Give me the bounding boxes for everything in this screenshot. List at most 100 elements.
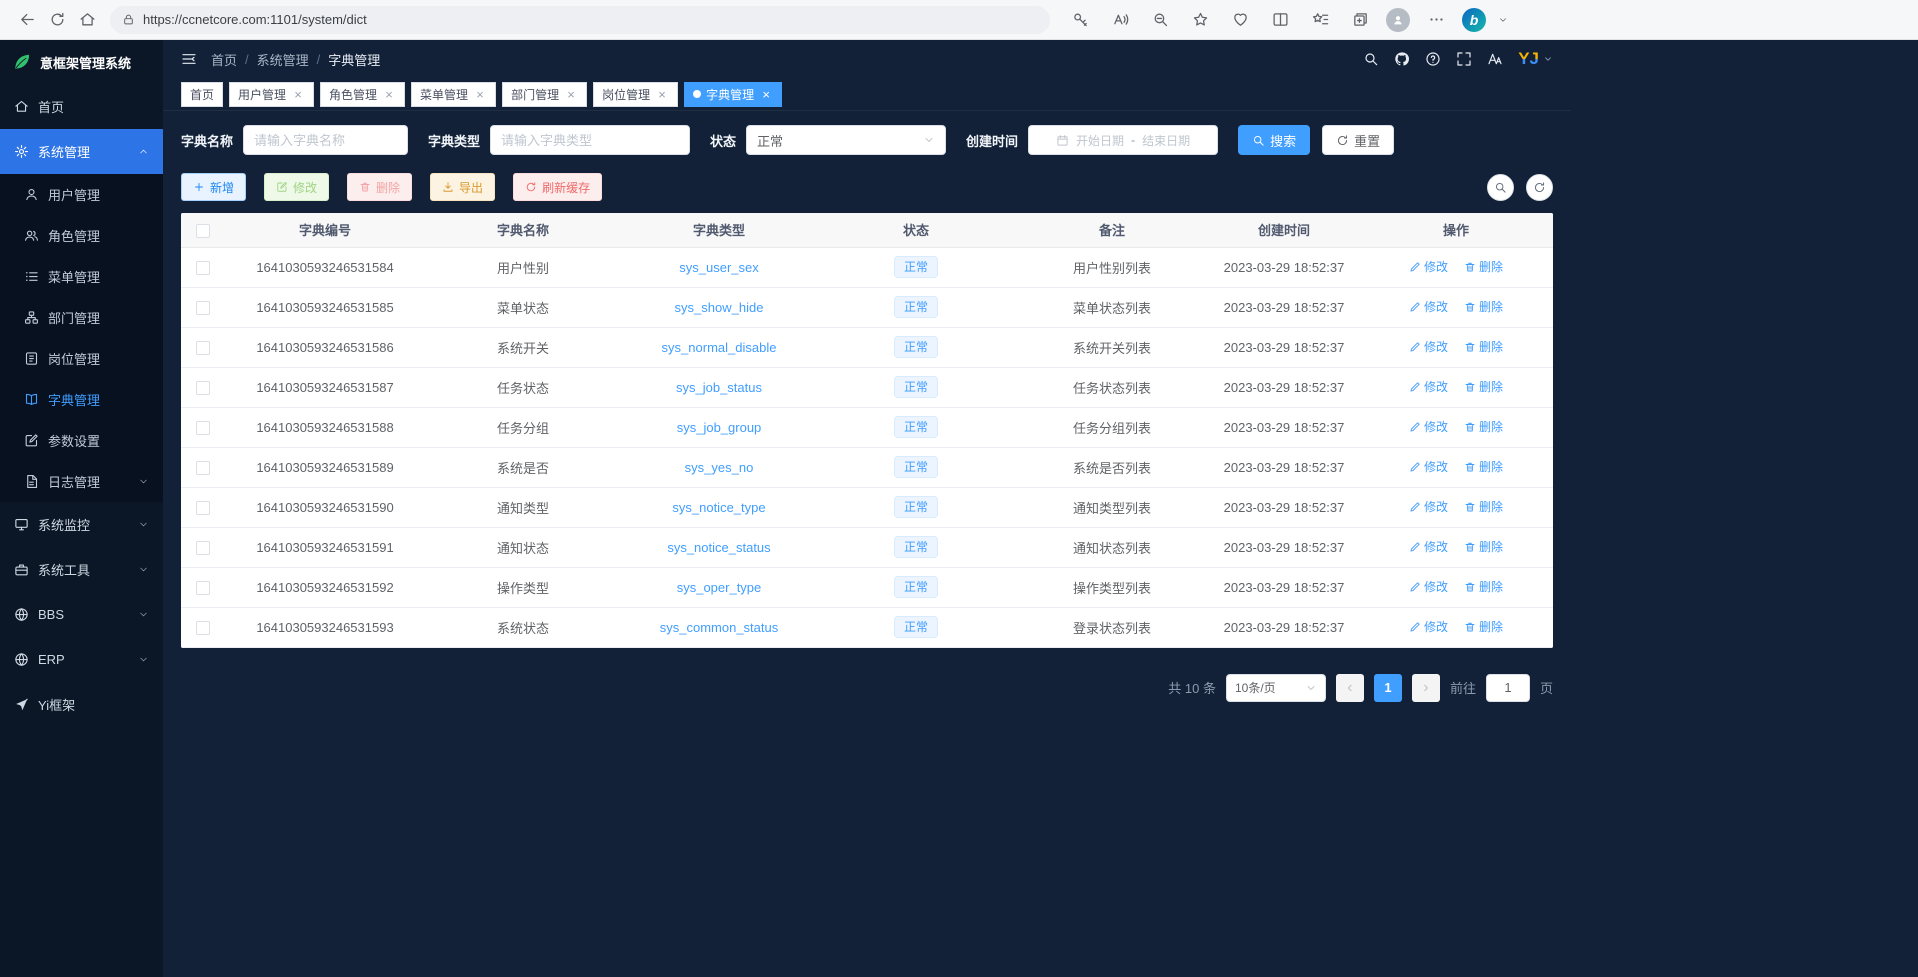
close-icon[interactable]: × (291, 87, 305, 101)
add-favorite-button[interactable] (1186, 6, 1214, 34)
sidebar-item-system[interactable]: 系统管理 (0, 129, 163, 174)
row-edit-button[interactable]: 修改 (1409, 338, 1448, 355)
dict-type-link[interactable]: sys_job_status (676, 380, 762, 395)
toggle-search-button[interactable] (1487, 174, 1514, 201)
row-delete-button[interactable]: 删除 (1464, 618, 1503, 635)
dict-type-link[interactable]: sys_notice_status (667, 540, 770, 555)
dict-type-input[interactable] (490, 125, 690, 155)
row-edit-button[interactable]: 修改 (1409, 458, 1448, 475)
sidebar-item-monitor[interactable]: 系统监控 (0, 502, 163, 547)
row-checkbox[interactable] (196, 541, 210, 555)
sidebar-item-yi[interactable]: Yi框架 (0, 682, 163, 727)
browser-home-button[interactable] (72, 5, 102, 35)
row-delete-button[interactable]: 删除 (1464, 458, 1503, 475)
bing-chat-button[interactable]: b (1462, 8, 1486, 32)
close-icon[interactable]: × (655, 87, 669, 101)
sidebar-item-post[interactable]: 岗位管理 (0, 338, 163, 379)
row-checkbox[interactable] (196, 581, 210, 595)
font-size-button[interactable] (1487, 51, 1503, 67)
row-edit-button[interactable]: 修改 (1409, 378, 1448, 395)
address-bar[interactable]: https://ccnetcore.com:1101/system/dict (110, 6, 1050, 34)
row-checkbox[interactable] (196, 501, 210, 515)
close-icon[interactable]: × (473, 87, 487, 101)
reset-button[interactable]: 重置 (1322, 125, 1394, 155)
row-edit-button[interactable]: 修改 (1409, 258, 1448, 275)
dict-type-link[interactable]: sys_show_hide (675, 300, 764, 315)
tab-post[interactable]: 岗位管理× (593, 82, 678, 107)
row-edit-button[interactable]: 修改 (1409, 578, 1448, 595)
next-page-button[interactable]: › (1412, 674, 1440, 702)
zoom-button[interactable] (1146, 6, 1174, 34)
sidebar-item-user[interactable]: 用户管理 (0, 174, 163, 215)
row-checkbox[interactable] (196, 461, 210, 475)
sidebar-item-dict[interactable]: 字典管理 (0, 379, 163, 420)
close-icon[interactable]: × (564, 87, 578, 101)
select-all-checkbox[interactable] (196, 224, 210, 238)
sidebar-item-tool[interactable]: 系统工具 (0, 547, 163, 592)
date-range-picker[interactable]: 开始日期 - 结束日期 (1028, 125, 1218, 155)
tab-menu[interactable]: 菜单管理× (411, 82, 496, 107)
sidebar-item-log[interactable]: 日志管理 (0, 461, 163, 502)
tab-dept[interactable]: 部门管理× (502, 82, 587, 107)
dict-type-link[interactable]: sys_normal_disable (662, 340, 777, 355)
github-button[interactable] (1394, 51, 1410, 67)
row-delete-button[interactable]: 删除 (1464, 378, 1503, 395)
row-checkbox[interactable] (196, 301, 210, 315)
row-delete-button[interactable]: 删除 (1464, 538, 1503, 555)
row-delete-button[interactable]: 删除 (1464, 258, 1503, 275)
back-button[interactable] (12, 5, 42, 35)
collapse-sidebar-button[interactable] (181, 51, 197, 67)
browser-menu-button[interactable] (1422, 6, 1450, 34)
current-page[interactable]: 1 (1374, 674, 1402, 702)
row-edit-button[interactable]: 修改 (1409, 498, 1448, 515)
chevron-down-icon[interactable] (1498, 15, 1508, 25)
sidebar-item-menu[interactable]: 菜单管理 (0, 256, 163, 297)
breadcrumb-item[interactable]: 系统管理 (257, 50, 309, 69)
page-size-select[interactable]: 10条/页 (1226, 674, 1326, 702)
header-search-button[interactable] (1363, 51, 1379, 67)
row-delete-button[interactable]: 删除 (1464, 298, 1503, 315)
row-edit-button[interactable]: 修改 (1409, 538, 1448, 555)
row-delete-button[interactable]: 删除 (1464, 418, 1503, 435)
sidebar-item-param[interactable]: 参数设置 (0, 420, 163, 461)
edit-button[interactable]: 修改 (264, 173, 329, 201)
dict-name-input[interactable] (243, 125, 408, 155)
reload-button[interactable] (42, 5, 72, 35)
dict-type-link[interactable]: sys_common_status (660, 620, 779, 635)
row-delete-button[interactable]: 删除 (1464, 498, 1503, 515)
row-checkbox[interactable] (196, 261, 210, 275)
sidebar-item-erp[interactable]: ERP (0, 637, 163, 682)
dict-type-link[interactable]: sys_job_group (677, 420, 762, 435)
dict-type-link[interactable]: sys_oper_type (677, 580, 762, 595)
row-checkbox[interactable] (196, 341, 210, 355)
browser-essentials-button[interactable] (1226, 6, 1254, 34)
dict-type-link[interactable]: sys_yes_no (685, 460, 754, 475)
collections-button[interactable] (1346, 6, 1374, 34)
help-button[interactable] (1425, 51, 1441, 67)
tab-home[interactable]: 首页 (181, 82, 223, 107)
row-edit-button[interactable]: 修改 (1409, 418, 1448, 435)
row-delete-button[interactable]: 删除 (1464, 338, 1503, 355)
user-menu[interactable]: YJ (1518, 49, 1553, 69)
read-aloud-button[interactable] (1106, 6, 1134, 34)
delete-button[interactable]: 删除 (347, 173, 412, 201)
close-icon[interactable]: × (759, 87, 773, 101)
password-button[interactable] (1066, 6, 1094, 34)
prev-page-button[interactable]: ‹ (1336, 674, 1364, 702)
favorites-button[interactable] (1306, 6, 1334, 34)
breadcrumb-item[interactable]: 首页 (211, 50, 237, 69)
sidebar-item-dept[interactable]: 部门管理 (0, 297, 163, 338)
refresh-cache-button[interactable]: 刷新缓存 (513, 173, 602, 201)
status-select[interactable]: 正常 (746, 125, 946, 155)
tab-dict[interactable]: 字典管理× (684, 82, 782, 107)
export-button[interactable]: 导出 (430, 173, 495, 201)
row-checkbox[interactable] (196, 621, 210, 635)
split-screen-button[interactable] (1266, 6, 1294, 34)
search-button[interactable]: 搜索 (1238, 125, 1310, 155)
refresh-table-button[interactable] (1526, 174, 1553, 201)
tab-user[interactable]: 用户管理× (229, 82, 314, 107)
dict-type-link[interactable]: sys_user_sex (679, 260, 758, 275)
goto-page-input[interactable] (1486, 674, 1530, 702)
dict-type-link[interactable]: sys_notice_type (672, 500, 765, 515)
row-checkbox[interactable] (196, 381, 210, 395)
